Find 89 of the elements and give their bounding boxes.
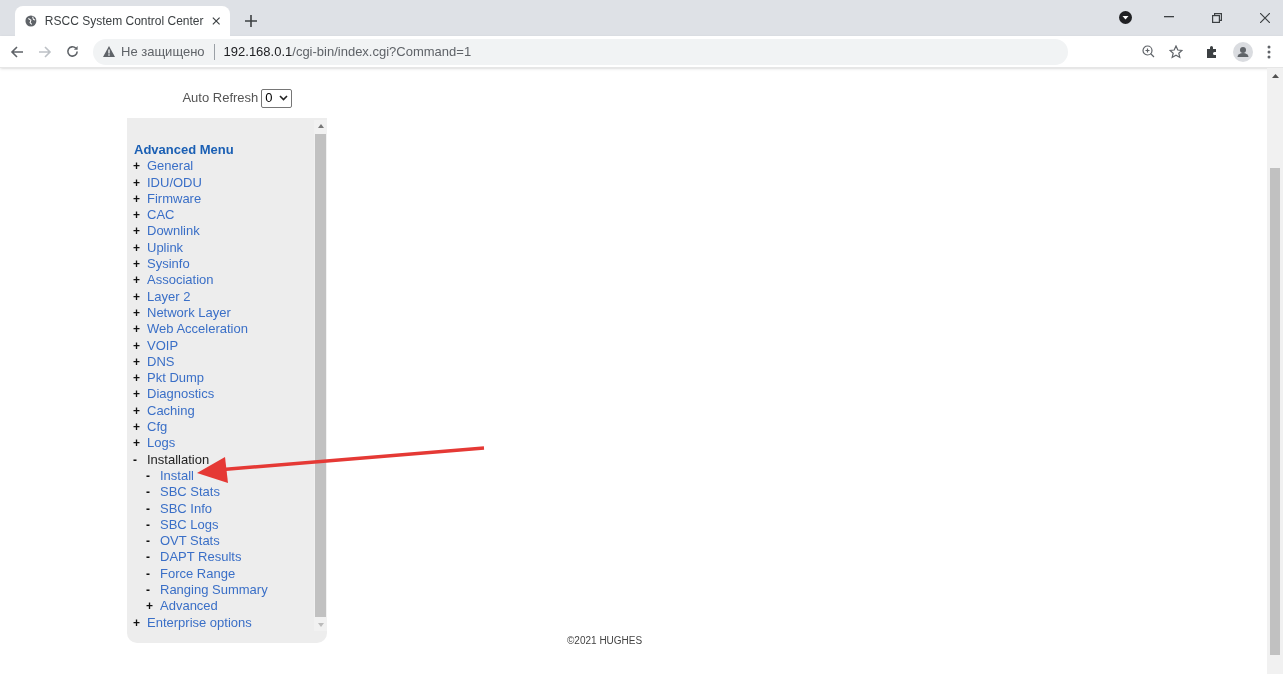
security-label: Не защищено [121, 42, 205, 61]
menu-link[interactable]: Diagnostics [147, 386, 215, 403]
menu-link[interactable]: DNS [147, 353, 175, 371]
reload-icon[interactable] [66, 45, 79, 58]
zoom-icon[interactable] [1142, 45, 1155, 58]
expander-sign[interactable]: + [133, 386, 147, 403]
page-scrollbar[interactable] [1267, 68, 1283, 674]
menu-link[interactable]: SBC Logs [160, 516, 219, 534]
expander-sign[interactable]: - [133, 451, 147, 468]
menu-link[interactable]: SBC Info [160, 500, 213, 517]
expander-sign[interactable]: - [146, 549, 160, 566]
expander-sign[interactable]: - [146, 533, 160, 550]
menu-link[interactable]: Firmware [147, 190, 202, 208]
footer-text: ©2021 HUGHES [567, 634, 643, 648]
menu-link[interactable]: Web Acceleration [147, 321, 248, 338]
menu-link[interactable]: Advanced [160, 598, 218, 615]
menu-link[interactable]: VOIP [147, 337, 179, 354]
more-icon[interactable] [1267, 44, 1271, 59]
expander-sign[interactable]: + [133, 256, 147, 273]
address-bar[interactable]: Не защищено 192.168.0.1/cgi-bin/index.cgi?Command=1 [93, 38, 1068, 65]
menu-link[interactable]: SBC Stats [160, 484, 220, 501]
expander-sign[interactable]: + [146, 598, 160, 615]
scroll-thumb[interactable] [315, 134, 326, 617]
expander-sign[interactable]: + [133, 435, 147, 452]
new-tab-icon[interactable] [245, 15, 257, 27]
menu-link[interactable]: General [147, 158, 194, 175]
menu-link[interactable]: Downlink [147, 223, 200, 240]
scroll-up-icon[interactable] [317, 124, 324, 128]
scroll-thumb[interactable] [1270, 168, 1280, 655]
expander-sign[interactable]: + [133, 419, 147, 436]
expander-sign[interactable]: + [133, 158, 147, 175]
url-text: 192.168.0.1/cgi-bin/index.cgi?Command=1 [223, 42, 472, 61]
menu-link[interactable]: Install [160, 467, 194, 485]
menu-link[interactable]: IDU/ODU [147, 174, 202, 191]
expander-sign[interactable]: - [146, 582, 160, 599]
expander-sign[interactable]: + [133, 353, 147, 371]
menu-link[interactable]: Enterprise options [147, 614, 252, 631]
expander-sign[interactable]: + [133, 321, 147, 338]
back-icon[interactable] [10, 44, 24, 59]
menu-link[interactable]: Pkt Dump [147, 370, 205, 387]
chevron-icon [278, 95, 288, 101]
tab-title: RSCC System Control Center [44, 13, 204, 30]
menu-link[interactable]: Sysinfo [147, 256, 190, 273]
menu-link[interactable]: CAC [147, 207, 175, 224]
menu-link[interactable]: Cfg [147, 419, 168, 436]
star-icon[interactable] [1169, 44, 1183, 59]
expander-sign[interactable]: + [133, 272, 147, 289]
close-window-icon[interactable] [1260, 13, 1270, 23]
profile-menu-icon[interactable] [1119, 11, 1132, 24]
menu-link[interactable]: Logs [147, 435, 176, 452]
restore-icon[interactable] [1212, 13, 1222, 23]
expander-sign[interactable]: + [133, 174, 147, 191]
expander-sign[interactable]: - [146, 484, 160, 501]
expander-sign[interactable]: - [146, 467, 160, 485]
menu-link[interactable]: DAPT Results [160, 549, 242, 566]
minimize-icon[interactable] [1164, 16, 1174, 18]
expander-sign[interactable]: + [133, 223, 147, 240]
expander-sign[interactable]: + [133, 370, 147, 387]
expander-sign[interactable]: + [133, 207, 147, 224]
menu-scrollbar[interactable] [314, 120, 327, 631]
menu-link[interactable]: OVT Stats [160, 533, 220, 550]
menu-link[interactable]: Layer 2 [147, 288, 191, 305]
expander-sign[interactable]: + [133, 402, 147, 420]
browser-tab[interactable]: RSCC System Control Center [15, 6, 230, 36]
expander-sign[interactable]: + [133, 614, 147, 631]
menu-link[interactable]: Association [147, 272, 214, 289]
close-icon[interactable] [211, 16, 220, 26]
expander-sign[interactable]: + [133, 239, 147, 257]
expander-sign[interactable]: + [133, 190, 147, 208]
menu-link[interactable]: Installation [147, 451, 210, 468]
menu-link[interactable]: Ranging Summary [160, 582, 268, 599]
expander-sign[interactable]: + [133, 337, 147, 354]
menu-link[interactable]: Network Layer [147, 304, 231, 322]
expander-sign[interactable]: + [133, 288, 147, 305]
expander-sign[interactable]: - [146, 516, 160, 534]
expander-sign[interactable]: - [146, 565, 160, 582]
menu-title: Advanced Menu [133, 142, 235, 159]
avatar-icon[interactable] [1233, 41, 1253, 62]
expander-sign[interactable]: + [133, 304, 147, 322]
auto-refresh-label: Auto Refresh [182, 89, 259, 108]
globe-icon [25, 14, 37, 28]
auto-refresh-select[interactable]: 0 [261, 88, 292, 108]
menu-link[interactable]: Uplink [147, 239, 184, 257]
menu-link[interactable]: Caching [147, 402, 195, 420]
expander-sign[interactable]: - [146, 500, 160, 517]
menu-link[interactable]: Force Range [160, 565, 236, 582]
extensions-icon[interactable] [1205, 44, 1219, 59]
warning-icon [103, 46, 115, 57]
scroll-up-icon[interactable] [1271, 74, 1279, 78]
